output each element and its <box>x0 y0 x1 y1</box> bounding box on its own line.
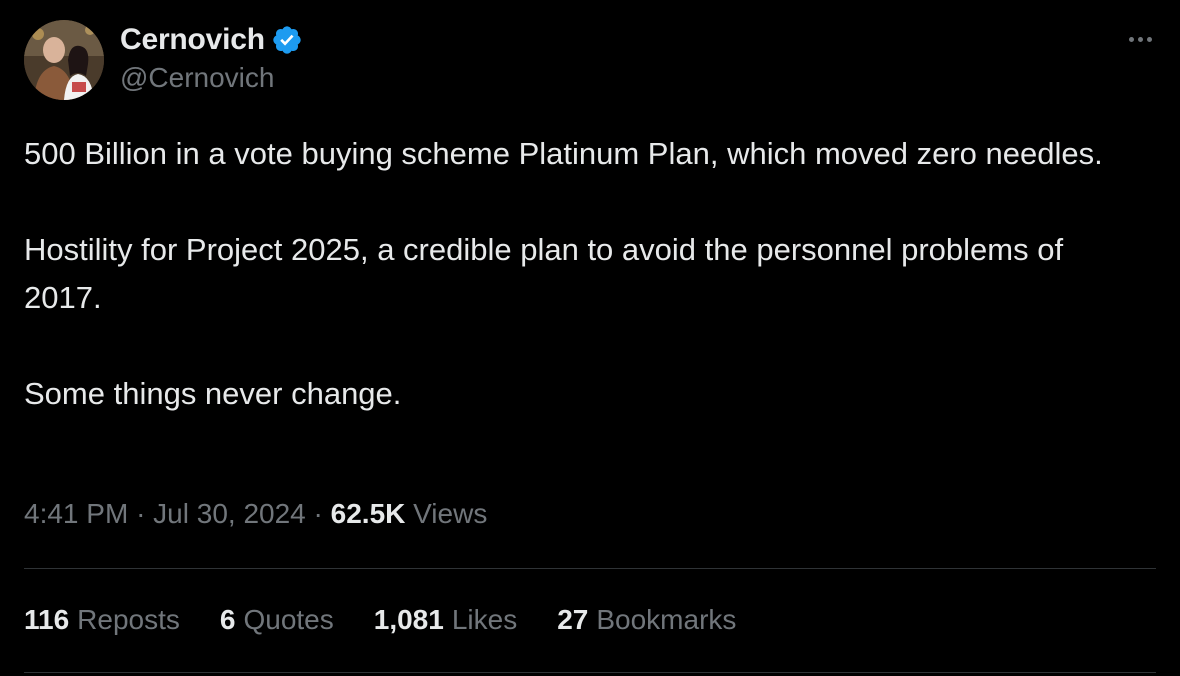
stat-reposts[interactable]: 116 Reposts <box>24 604 180 636</box>
stat-quotes[interactable]: 6 Quotes <box>220 604 334 636</box>
tweet-paragraph: Hostility for Project 2025, a credible p… <box>24 232 1064 315</box>
stat-likes[interactable]: 1,081 Likes <box>374 604 517 636</box>
stat-bookmarks[interactable]: 27 Bookmarks <box>557 604 736 636</box>
divider <box>24 672 1156 673</box>
stat-label: Reposts <box>77 604 180 635</box>
tweet-paragraph: Some things never change. <box>24 376 402 411</box>
stat-label: Likes <box>451 604 518 635</box>
more-dot <box>1146 36 1152 42</box>
stat-count: 6 <box>219 604 236 635</box>
more-dot <box>1128 36 1134 42</box>
more-dot <box>1137 36 1143 42</box>
divider <box>24 568 1156 569</box>
stat-count: 116 <box>24 604 70 635</box>
tweet-meta: 4:41 PM · Jul 30, 2024 · 62.5K Views <box>24 498 487 530</box>
views-label: Views <box>413 498 488 529</box>
tweet-paragraph: 500 Billion in a vote buying scheme Plat… <box>24 136 1103 171</box>
more-options-icon[interactable] <box>1120 24 1160 54</box>
avatar[interactable] <box>24 20 104 100</box>
avatar-photo <box>24 20 104 100</box>
tweet-time[interactable]: 4:41 PM <box>24 498 128 529</box>
tweet-text: 500 Billion in a vote buying scheme Plat… <box>24 130 1134 418</box>
author-display-name[interactable]: Cernovich <box>120 23 265 57</box>
author-name-row: Cernovich <box>120 22 303 58</box>
tweet-date[interactable]: Jul 30, 2024 <box>153 498 306 529</box>
stat-label: Bookmarks <box>596 604 737 635</box>
meta-separator: · <box>136 498 154 529</box>
verified-badge-icon[interactable] <box>271 24 303 56</box>
author-handle[interactable]: @Cernovich <box>120 62 274 94</box>
views-count: 62.5K <box>330 498 414 529</box>
engagement-stats: 116 Reposts 6 Quotes 1,081 Likes 27 Bookmark… <box>24 604 776 636</box>
stat-label: Quotes <box>243 604 334 635</box>
stat-count: 27 <box>557 604 589 635</box>
tweet-card: Cernovich @Cernovich 500 Billion in a vo… <box>0 0 1180 676</box>
meta-separator: · <box>313 498 331 529</box>
stat-count: 1,081 <box>373 604 444 635</box>
